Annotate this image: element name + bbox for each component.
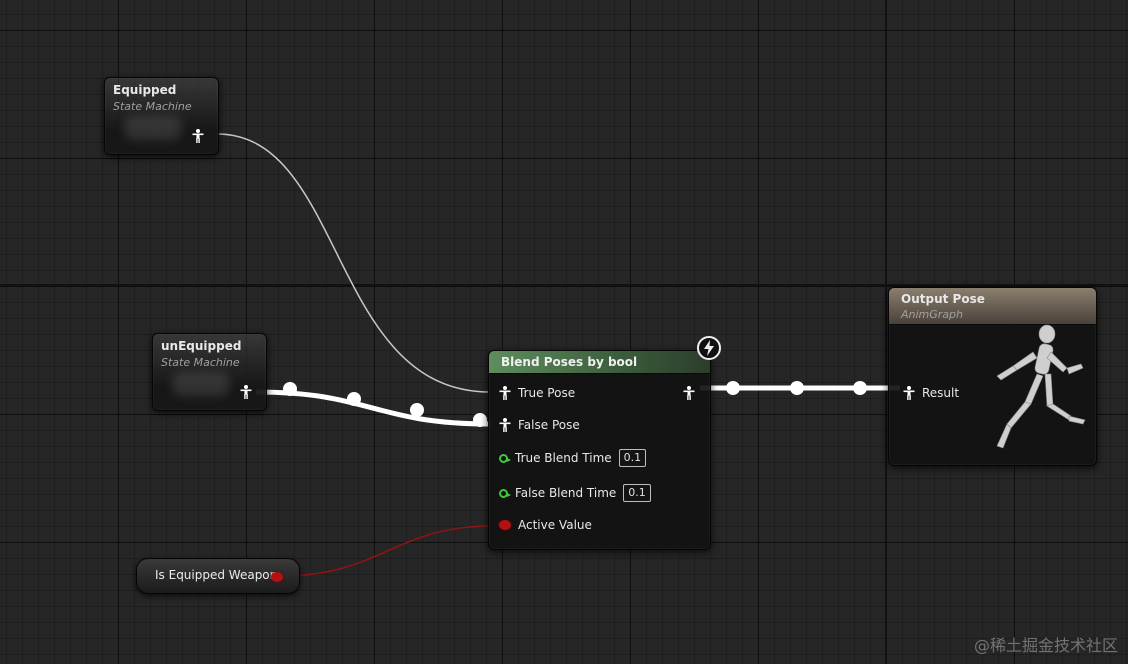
node-thumbnail — [125, 116, 181, 140]
running-mannequin-icon — [996, 324, 1086, 449]
is-equipped-weapon-variable-node[interactable]: Is Equipped Weapon — [136, 558, 300, 594]
float-pin-icon[interactable] — [499, 488, 511, 498]
false-blend-time-input[interactable]: 0.1 — [623, 484, 651, 502]
bool-output-pin-icon[interactable] — [271, 572, 283, 582]
node-title: Equipped — [113, 83, 177, 97]
node-title: unEquipped — [161, 339, 242, 353]
wire-bubble — [410, 403, 424, 417]
fast-path-badge — [697, 336, 721, 360]
unequipped-state-machine-node[interactable]: unEquipped State Machine — [152, 333, 267, 411]
float-pin-icon[interactable] — [499, 453, 511, 463]
pin-label: True Pose — [518, 386, 576, 400]
watermark: @稀土掘金技术社区 — [973, 636, 1118, 655]
node-thumbnail — [173, 372, 229, 396]
true-blend-time-input[interactable]: 0.1 — [618, 449, 647, 467]
pin-label: Result — [922, 386, 960, 400]
pose-output-pin-icon[interactable] — [192, 129, 204, 143]
pin-true-pose[interactable]: True Pose — [499, 384, 575, 402]
pose-output-pin-icon[interactable] — [240, 385, 252, 399]
pin-active-value[interactable]: Active Value — [499, 516, 592, 534]
node-header: Output Pose AnimGraph — [889, 288, 1096, 325]
pin-false-blend-time[interactable]: False Blend Time 0.1 — [499, 484, 651, 502]
wire-unequipped-to-false-pose[interactable] — [255, 389, 491, 427]
node-title: Blend Poses by bool — [501, 355, 638, 369]
bool-pin-icon[interactable] — [499, 520, 511, 530]
pin-false-pose[interactable]: False Pose — [499, 416, 580, 434]
pin-label: False Blend Time — [515, 486, 617, 500]
node-subtitle: AnimGraph — [901, 308, 964, 321]
pin-label: True Blend Time — [515, 451, 612, 465]
wire-bubble — [853, 381, 867, 395]
pin-true-blend-time[interactable]: True Blend Time 0.1 — [499, 449, 647, 467]
wire-bubble — [473, 413, 487, 427]
pose-input-pin-icon[interactable] — [499, 418, 511, 432]
blend-poses-by-bool-node[interactable]: Blend Poses by bool True Pose False Pose… — [488, 350, 711, 550]
output-pose-node[interactable]: Output Pose AnimGraph Result — [888, 287, 1097, 466]
variable-label: Is Equipped Weapon — [155, 568, 278, 582]
wire-bubble — [790, 381, 804, 395]
wire-bubble — [726, 381, 740, 395]
wire-bool-to-active-value[interactable] — [281, 525, 493, 577]
wire-bubble — [347, 392, 361, 406]
pin-result[interactable]: Result — [903, 384, 959, 402]
pose-output-pin-icon[interactable] — [683, 386, 695, 400]
pin-label: Active Value — [518, 518, 592, 532]
pin-label: False Pose — [518, 418, 580, 432]
node-subtitle: State Machine — [161, 356, 240, 369]
lightning-icon — [704, 340, 714, 356]
pose-input-pin-icon[interactable] — [903, 386, 915, 400]
node-subtitle: State Machine — [113, 100, 192, 113]
node-header: Blend Poses by bool — [489, 351, 710, 374]
equipped-state-machine-node[interactable]: Equipped State Machine — [104, 77, 219, 155]
node-title: Output Pose — [901, 292, 985, 306]
wire-bubble — [283, 382, 297, 396]
pose-input-pin-icon[interactable] — [499, 386, 511, 400]
